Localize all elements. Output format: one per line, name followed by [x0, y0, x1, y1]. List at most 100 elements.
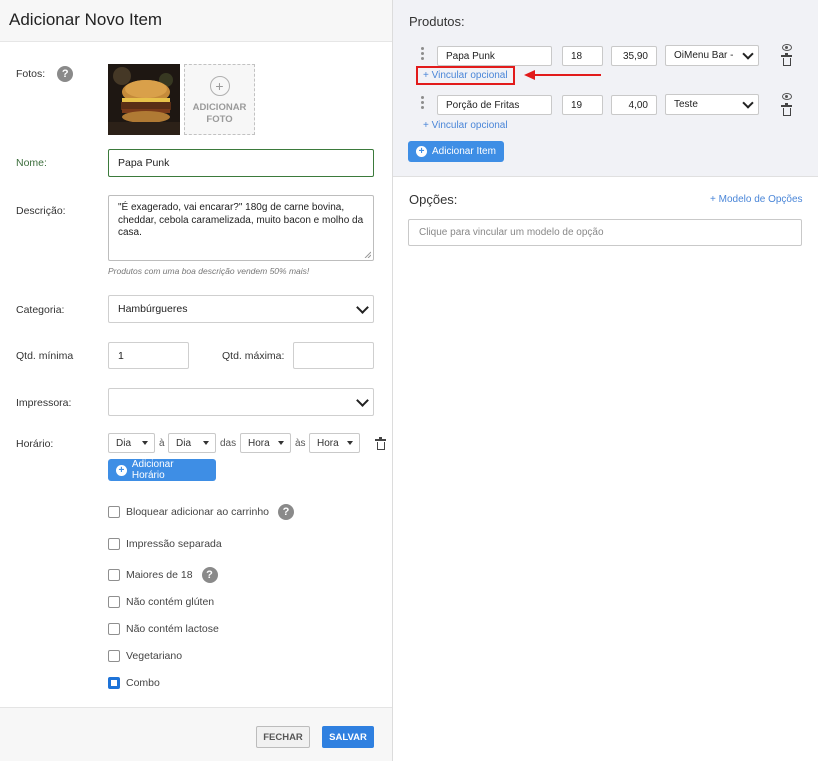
checkbox-label: Maiores de 18: [126, 569, 193, 581]
product-name-input[interactable]: Papa Punk: [437, 46, 552, 66]
schedule-hour-to-select[interactable]: Hora: [309, 433, 360, 453]
annotation-highlight-box: [416, 66, 515, 85]
checkbox-icon[interactable]: [108, 596, 120, 608]
schedule-separator-as: às: [295, 438, 306, 449]
photos-field-label: Fotos: ?: [16, 66, 74, 82]
checkbox-block-cart[interactable]: Bloquear adicionar ao carrinho ?: [108, 504, 295, 520]
delete-schedule-trash-icon[interactable]: [375, 437, 386, 450]
options-model-input[interactable]: Clique para vincular um modelo de opção: [408, 219, 802, 246]
checkbox-checked-icon[interactable]: [108, 677, 120, 689]
description-label: Descrição:: [16, 205, 66, 217]
checkbox-icon[interactable]: [108, 506, 120, 518]
description-textarea[interactable]: "É exagerado, vai encarar?" 180g de carn…: [108, 195, 374, 261]
burger-photo-image: [108, 64, 180, 135]
options-placeholder: Clique para vincular um modelo de opção: [419, 227, 604, 238]
product-option-value: Teste: [674, 99, 698, 110]
trash-icon[interactable]: [781, 103, 792, 116]
panel-footer: FECHAR SALVAR: [0, 707, 392, 761]
resize-handle-icon[interactable]: [364, 251, 371, 258]
printer-select[interactable]: [108, 388, 374, 416]
caret-down-icon: [278, 441, 284, 445]
checkbox-lactose-free[interactable]: Não contém lactose: [108, 623, 219, 635]
checkbox-vegetarian[interactable]: Vegetariano: [108, 650, 182, 662]
add-item-button[interactable]: + Adicionar Item: [408, 141, 504, 162]
options-model-link[interactable]: + Modelo de Opções: [710, 194, 803, 205]
link-optional-link[interactable]: + Vincular opcional: [423, 120, 508, 131]
checkbox-icon[interactable]: [108, 538, 120, 550]
products-section: Produtos: Papa Punk 18 35,90 OiMenu Bar …: [393, 0, 818, 177]
name-value: Papa Punk: [118, 157, 170, 169]
product-price-input[interactable]: 4,00: [611, 95, 657, 115]
checkbox-label: Impressão separada: [126, 538, 222, 550]
description-value: "É exagerado, vai encarar?" 180g de carn…: [118, 202, 364, 238]
checkbox-icon[interactable]: [108, 569, 120, 581]
annotation-arrow-head-icon: [524, 70, 535, 80]
photos-label: Fotos:: [16, 68, 46, 80]
qty-min-value: 1: [118, 349, 124, 362]
add-item-panel: Adicionar Novo Item Fotos: ? + ADICIONAR…: [0, 0, 393, 761]
caret-down-icon: [203, 441, 209, 445]
product-photo[interactable]: [108, 64, 180, 135]
eye-icon[interactable]: [782, 44, 792, 51]
hour-from-value: Hora: [248, 437, 270, 449]
trash-icon[interactable]: [781, 53, 792, 66]
category-select[interactable]: Hambúrgueres: [108, 295, 374, 323]
caret-down-icon: [347, 441, 353, 445]
name-label: Nome:: [16, 157, 47, 169]
product-qty-value: 19: [571, 99, 583, 111]
qty-max-input[interactable]: [293, 342, 374, 369]
product-option-select[interactable]: OiMenu Bar -: [665, 45, 759, 66]
right-panel: Produtos: Papa Punk 18 35,90 OiMenu Bar …: [393, 0, 818, 761]
help-icon[interactable]: ?: [278, 504, 295, 520]
checkbox-icon[interactable]: [108, 623, 120, 635]
name-input[interactable]: Papa Punk: [108, 149, 374, 177]
help-icon[interactable]: ?: [201, 567, 218, 583]
checkbox-label: Não contém lactose: [126, 623, 219, 635]
checkbox-gluten-free[interactable]: Não contém glúten: [108, 596, 214, 608]
product-qty-input[interactable]: 19: [562, 95, 603, 115]
schedule-day-to-select[interactable]: Dia: [168, 433, 216, 453]
product-name-value: Porção de Fritas: [446, 99, 520, 111]
checkbox-icon[interactable]: [108, 650, 120, 662]
add-schedule-label: Adicionar Horário: [131, 459, 174, 481]
plus-circle-icon: +: [116, 464, 127, 476]
eye-icon[interactable]: [782, 93, 792, 100]
product-qty-value: 18: [571, 50, 583, 62]
category-label: Categoria:: [16, 304, 65, 316]
products-title: Produtos:: [409, 14, 465, 29]
product-name-input[interactable]: Porção de Fritas: [437, 95, 552, 115]
qty-min-label: Qtd. mínima: [16, 350, 74, 362]
description-hint: Produtos com uma boa descrição vendem 50…: [108, 266, 310, 276]
schedule-label: Horário:: [16, 438, 54, 450]
add-schedule-button[interactable]: + Adicionar Horário: [108, 459, 216, 481]
product-price-value: 35,90: [622, 50, 648, 62]
add-photo-label: ADICIONAR FOTO: [192, 102, 247, 125]
close-button[interactable]: FECHAR: [256, 726, 310, 748]
product-price-value: 4,00: [628, 99, 648, 111]
schedule-day-from-select[interactable]: Dia: [108, 433, 155, 453]
product-price-input[interactable]: 35,90: [611, 46, 657, 66]
save-button[interactable]: SALVAR: [322, 726, 374, 748]
product-qty-input[interactable]: 18: [562, 46, 603, 66]
add-item-label: Adicionar Item: [432, 146, 496, 157]
help-icon[interactable]: ?: [57, 66, 74, 82]
drag-handle-icon[interactable]: [421, 96, 425, 111]
product-name-value: Papa Punk: [446, 50, 495, 62]
drag-handle-icon[interactable]: [421, 47, 425, 62]
checkbox-separate-print[interactable]: Impressão separada: [108, 538, 222, 550]
schedule-separator-das: das: [220, 438, 237, 449]
panel-header: Adicionar Novo Item: [0, 0, 392, 42]
printer-label: Impressora:: [16, 397, 72, 409]
checkbox-adults-only[interactable]: Maiores de 18 ?: [108, 567, 218, 583]
chevron-down-icon: [356, 301, 369, 314]
annotation-arrow-line: [534, 74, 601, 76]
schedule-hour-from-select[interactable]: Hora: [240, 433, 291, 453]
category-value: Hambúrgueres: [118, 303, 188, 315]
caret-down-icon: [142, 441, 148, 445]
add-photo-button[interactable]: + ADICIONAR FOTO: [184, 64, 255, 135]
page-title: Adicionar Novo Item: [9, 10, 163, 29]
chevron-down-icon: [356, 394, 369, 407]
product-option-select[interactable]: Teste: [665, 94, 759, 115]
checkbox-combo[interactable]: Combo: [108, 677, 160, 689]
qty-min-input[interactable]: 1: [108, 342, 189, 369]
